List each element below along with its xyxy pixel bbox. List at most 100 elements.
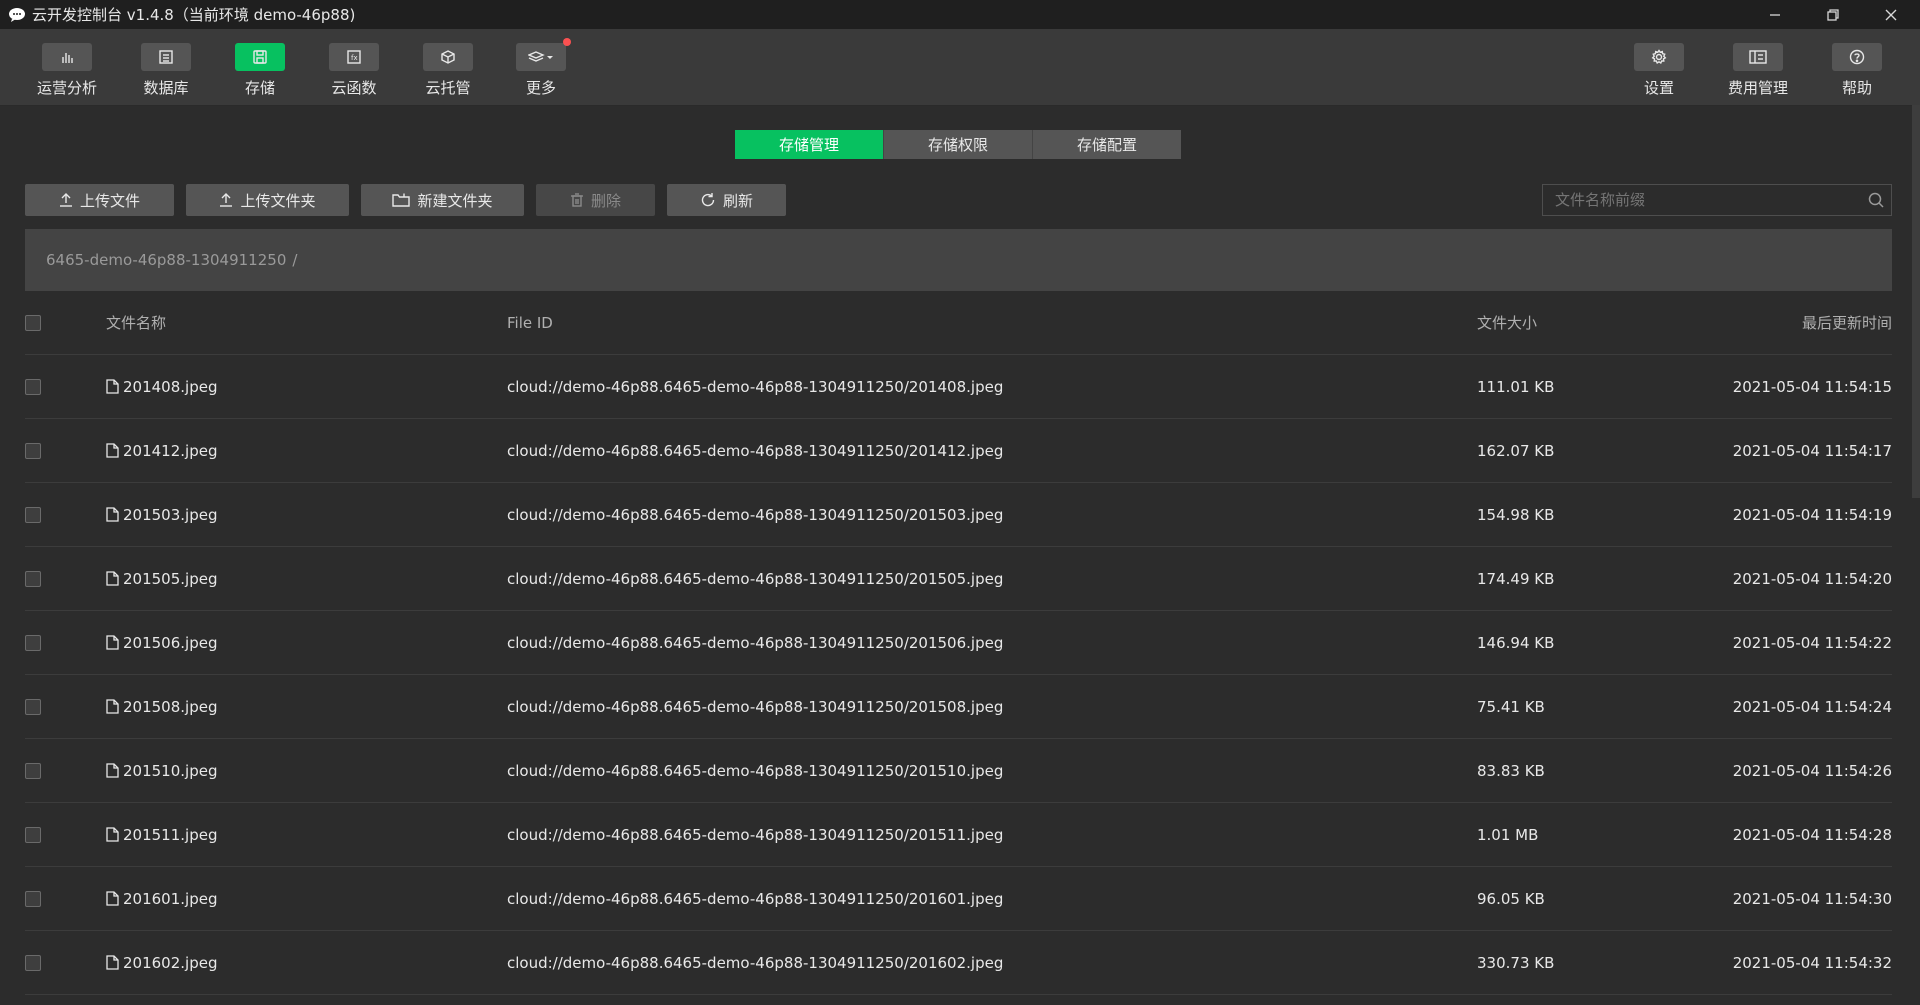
- toolbar-billing-label: 费用管理: [1727, 79, 1788, 97]
- breadcrumb-root[interactable]: 6465-demo-46p88-1304911250: [46, 251, 286, 269]
- upload-icon: [220, 193, 233, 207]
- close-button[interactable]: [1862, 0, 1920, 29]
- file-updated-cell: 2021-05-04 11:54:19: [1732, 505, 1892, 524]
- file-name: 201506.jpeg: [123, 633, 218, 652]
- function-icon: fx: [347, 50, 361, 64]
- row-checkbox[interactable]: [25, 634, 41, 651]
- row-checkbox[interactable]: [25, 890, 41, 907]
- toolbar-cloud-hosting-label: 云托管: [425, 79, 471, 97]
- file-table: 文件名称 File ID 文件大小 最后更新时间 201408.jpeg clou…: [25, 291, 1892, 995]
- file-icon: [106, 699, 119, 714]
- notification-dot: [563, 38, 571, 46]
- table-row[interactable]: 201412.jpeg cloud://demo-46p88.6465-demo-…: [25, 419, 1892, 483]
- new-folder-button[interactable]: 新建文件夹: [361, 184, 524, 216]
- minimize-icon: [1770, 13, 1780, 16]
- toolbar-cloud-functions[interactable]: fx 云函数: [314, 43, 394, 98]
- storage-tabs: 存储管理 存储权限 存储配置: [735, 130, 1181, 159]
- file-icon: [106, 891, 119, 906]
- table-row[interactable]: 201408.jpeg cloud://demo-46p88.6465-demo-…: [25, 355, 1892, 419]
- delete-button[interactable]: 删除: [536, 184, 655, 216]
- toolbar-storage-label: 存储: [244, 79, 275, 97]
- toolbar-storage[interactable]: 存储: [220, 43, 300, 98]
- tab-storage-management[interactable]: 存储管理: [735, 130, 884, 159]
- scrollbar[interactable]: [1912, 105, 1920, 498]
- file-id-cell: cloud://demo-46p88.6465-demo-46p88-13049…: [507, 377, 1004, 396]
- file-name-cell[interactable]: 201408.jpeg: [106, 378, 217, 396]
- table-row[interactable]: 201601.jpeg cloud://demo-46p88.6465-demo-…: [25, 867, 1892, 931]
- file-name-cell[interactable]: 201503.jpeg: [106, 506, 217, 524]
- toolbar-billing[interactable]: 费用管理: [1718, 43, 1798, 98]
- cube-icon: [441, 50, 455, 64]
- table-row[interactable]: 201506.jpeg cloud://demo-46p88.6465-demo-…: [25, 611, 1892, 675]
- restore-icon: [1827, 8, 1839, 21]
- refresh-button[interactable]: 刷新: [667, 184, 786, 216]
- row-checkbox[interactable]: [25, 826, 41, 843]
- toolbar-help-label: 帮助: [1841, 79, 1872, 97]
- app-logo-icon: [8, 7, 26, 23]
- toolbar-cloud-hosting[interactable]: 云托管: [408, 43, 488, 98]
- file-size-cell: 154.98 KB: [1477, 505, 1555, 524]
- row-checkbox[interactable]: [25, 698, 41, 715]
- toolbar-help[interactable]: 帮助: [1817, 43, 1897, 98]
- toolbar-analytics-label: 运营分析: [36, 79, 97, 97]
- search-icon[interactable]: [1861, 192, 1891, 208]
- file-id-cell: cloud://demo-46p88.6465-demo-46p88-13049…: [507, 825, 1004, 844]
- row-checkbox[interactable]: [25, 762, 41, 779]
- file-size-cell: 174.49 KB: [1477, 569, 1555, 588]
- toolbar-settings[interactable]: 设置: [1619, 43, 1699, 98]
- action-bar: 上传文件 上传文件夹 新建文件夹 删除 刷新: [25, 184, 786, 216]
- search-input[interactable]: [1543, 185, 1861, 215]
- table-row[interactable]: 201511.jpeg cloud://demo-46p88.6465-demo-…: [25, 803, 1892, 867]
- minimize-button[interactable]: [1746, 0, 1804, 29]
- toolbar-database-label: 数据库: [143, 79, 189, 97]
- window-controls: [1746, 0, 1920, 29]
- upload-file-button[interactable]: 上传文件: [25, 184, 174, 216]
- tab-storage-config[interactable]: 存储配置: [1033, 130, 1181, 159]
- breadcrumb: 6465-demo-46p88-1304911250 /: [25, 229, 1892, 291]
- file-name-cell[interactable]: 201505.jpeg: [106, 570, 217, 588]
- row-checkbox[interactable]: [25, 442, 41, 459]
- upload-folder-button[interactable]: 上传文件夹: [186, 184, 349, 216]
- table-row[interactable]: 201510.jpeg cloud://demo-46p88.6465-demo-…: [25, 739, 1892, 803]
- svg-text:fx: fx: [351, 54, 358, 62]
- table-row[interactable]: 201505.jpeg cloud://demo-46p88.6465-demo-…: [25, 547, 1892, 611]
- refresh-icon: [701, 193, 715, 207]
- file-name: 201601.jpeg: [123, 889, 218, 908]
- file-size-cell: 330.73 KB: [1477, 953, 1555, 972]
- toolbar-more-label: 更多: [525, 79, 556, 97]
- file-name-cell[interactable]: 201601.jpeg: [106, 890, 217, 908]
- file-name-cell[interactable]: 201508.jpeg: [106, 698, 217, 716]
- file-size-cell: 146.94 KB: [1477, 633, 1555, 652]
- table-row[interactable]: 201508.jpeg cloud://demo-46p88.6465-demo-…: [25, 675, 1892, 739]
- file-updated-cell: 2021-05-04 11:54:26: [1732, 761, 1892, 780]
- window-title: 云开发控制台 v1.4.8（当前环境 demo-46p88): [32, 6, 356, 24]
- file-size-cell: 1.01 MB: [1477, 825, 1539, 844]
- tab-storage-permissions[interactable]: 存储权限: [884, 130, 1033, 159]
- file-name: 201602.jpeg: [123, 953, 218, 972]
- file-name-cell[interactable]: 201412.jpeg: [106, 442, 217, 460]
- toolbar-analytics[interactable]: 运营分析: [27, 43, 107, 98]
- file-updated-cell: 2021-05-04 11:54:15: [1732, 377, 1892, 396]
- file-name-cell[interactable]: 201506.jpeg: [106, 634, 217, 652]
- billing-icon: [1749, 50, 1767, 64]
- toolbar-database[interactable]: 数据库: [126, 43, 206, 98]
- file-name-cell[interactable]: 201602.jpeg: [106, 954, 217, 972]
- restore-button[interactable]: [1804, 0, 1862, 29]
- table-row[interactable]: 201602.jpeg cloud://demo-46p88.6465-demo-…: [25, 931, 1892, 995]
- toolbar-more[interactable]: 更多: [501, 38, 581, 98]
- file-name: 201510.jpeg: [123, 761, 218, 780]
- row-checkbox[interactable]: [25, 378, 41, 395]
- file-updated-cell: 2021-05-04 11:54:17: [1732, 441, 1892, 460]
- row-checkbox[interactable]: [25, 506, 41, 523]
- row-checkbox[interactable]: [25, 954, 41, 971]
- file-name-cell[interactable]: 201510.jpeg: [106, 762, 217, 780]
- toolbar-cloud-functions-label: 云函数: [331, 79, 377, 97]
- file-name-cell[interactable]: 201511.jpeg: [106, 826, 217, 844]
- row-checkbox[interactable]: [25, 570, 41, 587]
- file-updated-cell: 2021-05-04 11:54:22: [1732, 633, 1892, 652]
- bar-chart-icon: [62, 53, 73, 63]
- column-fileid-header: File ID: [507, 313, 553, 332]
- select-all-checkbox[interactable]: [25, 314, 41, 331]
- table-row[interactable]: 201503.jpeg cloud://demo-46p88.6465-demo-…: [25, 483, 1892, 547]
- file-updated-cell: 2021-05-04 11:54:30: [1732, 889, 1892, 908]
